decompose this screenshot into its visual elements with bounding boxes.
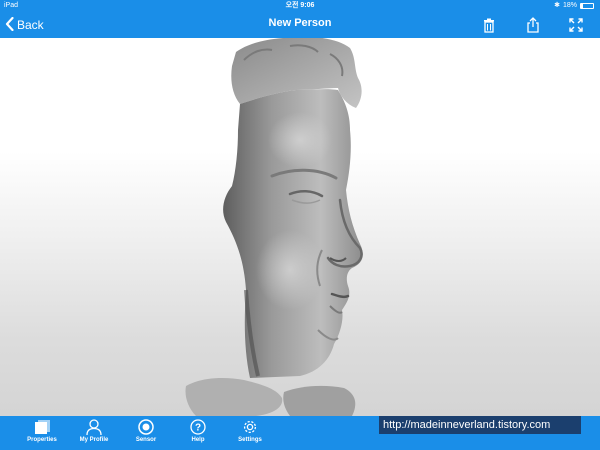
tab-properties[interactable]: Properties xyxy=(18,419,66,449)
sensor-icon xyxy=(137,419,155,435)
trash-icon[interactable] xyxy=(479,15,499,35)
back-label: Back xyxy=(17,18,44,32)
tab-my-profile[interactable]: My Profile xyxy=(70,419,118,449)
page-title: New Person xyxy=(268,17,332,29)
properties-icon xyxy=(33,419,51,435)
3d-model-viewer[interactable] xyxy=(0,38,600,416)
status-time: 오전 9:06 xyxy=(285,2,315,9)
settings-icon xyxy=(241,419,259,435)
face-scan-model[interactable] xyxy=(0,38,600,416)
navigation-bar: Back New Person xyxy=(0,12,600,38)
bluetooth-icon: ✱ xyxy=(554,2,560,9)
back-button[interactable]: Back xyxy=(5,16,44,34)
tab-label: Settings xyxy=(238,437,262,443)
battery-icon xyxy=(580,3,594,9)
tab-sensor[interactable]: Sensor xyxy=(122,419,170,449)
profile-icon xyxy=(85,419,103,435)
status-right: ✱ 18% xyxy=(554,0,594,12)
watermark-url: http://madeinneverland.tistory.com xyxy=(379,416,581,434)
top-bar: iPad 오전 9:06 ✱ 18% Back New Person xyxy=(0,0,600,38)
battery-fill xyxy=(581,4,584,8)
tab-label: My Profile xyxy=(79,437,109,443)
chevron-left-icon xyxy=(5,16,14,34)
status-bar: iPad 오전 9:06 ✱ 18% xyxy=(0,0,600,12)
svg-text:?: ? xyxy=(195,423,201,434)
tab-label: Help xyxy=(191,437,205,443)
tab-label: Sensor xyxy=(135,437,157,443)
tab-settings[interactable]: Settings xyxy=(226,419,274,449)
tab-help[interactable]: ? Help xyxy=(174,419,222,449)
share-icon[interactable] xyxy=(523,15,543,35)
tab-label: Properties xyxy=(27,437,57,443)
help-icon: ? xyxy=(189,419,207,435)
fullscreen-icon[interactable] xyxy=(566,15,586,35)
battery-percent: 18% xyxy=(562,2,577,9)
